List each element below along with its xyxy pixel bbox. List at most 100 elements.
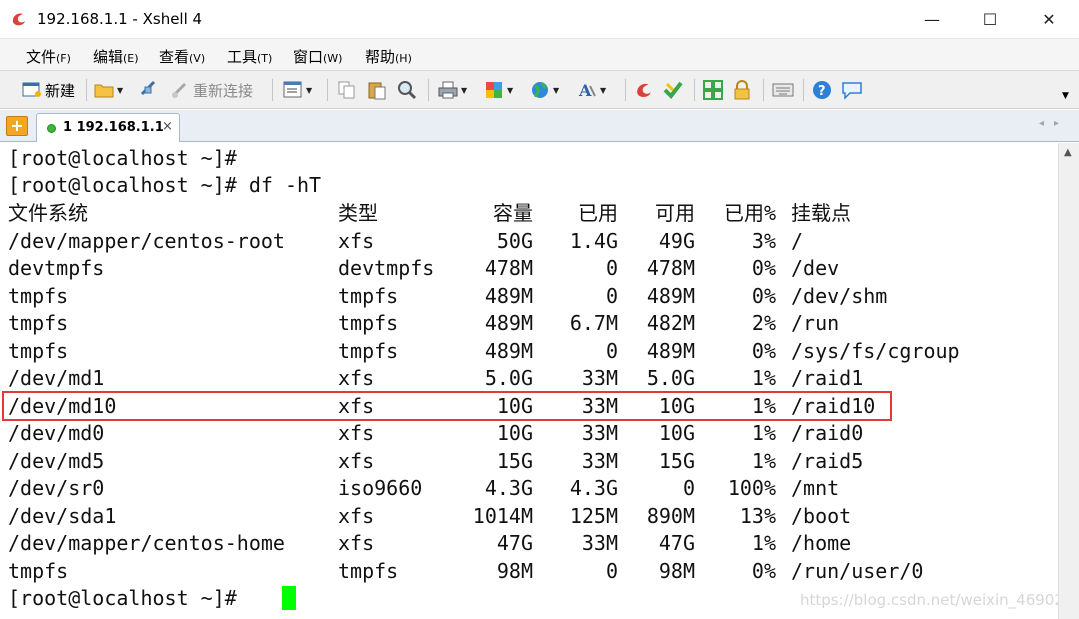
menu-view[interactable]: 查看(V) [159, 46, 205, 67]
cell-used: 1.4G [569, 229, 618, 253]
font-icon: A [578, 81, 596, 100]
cell-use-pct: 1% [751, 531, 776, 555]
reconnect-button[interactable]: 重新连接 [170, 79, 253, 101]
cell-size: 15G [496, 449, 533, 473]
cell-size: 98M [496, 559, 533, 583]
svg-text:A: A [578, 81, 592, 100]
cell-use-pct: 0% [751, 559, 776, 583]
cell-use-pct: 100% [727, 476, 776, 500]
globe-icon [532, 82, 548, 98]
header-mount: 挂载点 [791, 201, 851, 225]
menu-file-accel: (F) [56, 52, 71, 65]
layout-button[interactable] [703, 79, 723, 101]
folder-icon [94, 84, 114, 98]
cell-used: 33M [581, 366, 618, 390]
xshell-logo-icon [12, 13, 25, 26]
connect-button[interactable] [138, 79, 158, 101]
window-title: 192.168.1.1 - Xshell 4 [37, 10, 203, 28]
cell-use-pct: 1% [751, 449, 776, 473]
menu-help[interactable]: 帮助(H) [365, 46, 412, 67]
find-button[interactable] [397, 79, 417, 101]
keyboard-button[interactable] [772, 79, 794, 101]
cell-filesystem: devtmpfs [8, 256, 105, 280]
help-button[interactable]: ? [812, 79, 832, 101]
cell-filesystem: tmpfs [8, 559, 69, 583]
cell-filesystem: /dev/md5 [8, 449, 105, 473]
cell-mount: /run [791, 311, 840, 335]
open-button[interactable]: ▼ [94, 79, 123, 101]
xshell-button[interactable] [634, 79, 654, 101]
menu-tools[interactable]: 工具(T) [227, 46, 272, 67]
color-scheme-button[interactable]: ▼ [484, 79, 513, 101]
cell-use-pct: 3% [751, 229, 776, 253]
toolbar-separator [625, 79, 626, 101]
cell-filesystem: /dev/md1 [8, 366, 105, 390]
cell-avail: 49G [658, 229, 695, 253]
cell-use-pct: 1% [751, 421, 776, 445]
toolbar-separator [327, 79, 328, 101]
cell-used: 0 [605, 339, 618, 363]
cell-type: iso9660 [338, 476, 423, 500]
chat-button[interactable] [841, 79, 863, 101]
cell-mount: / [791, 229, 804, 253]
tab-close-button[interactable]: × [162, 119, 173, 134]
speech-bubble-icon [842, 82, 862, 100]
tab-session[interactable]: 1 192.168.1.1 × [36, 113, 180, 142]
maximize-button[interactable]: ☐ [961, 0, 1019, 38]
toolbar-separator [763, 79, 764, 101]
header-use-pct: 已用% [723, 201, 776, 225]
cell-avail: 489M [646, 339, 695, 363]
chevron-down-icon: ▼ [553, 85, 560, 95]
new-session-button[interactable]: 新建 [22, 79, 75, 101]
toolbar-separator [694, 79, 695, 101]
cell-filesystem: tmpfs [8, 339, 69, 363]
menu-edit[interactable]: 编辑(E) [93, 46, 139, 67]
cell-used: 0 [605, 559, 618, 583]
cell-used: 125M [569, 504, 618, 528]
cell-filesystem: /dev/sda1 [8, 504, 117, 528]
cell-filesystem: /dev/md0 [8, 421, 105, 445]
font-button[interactable]: A ▼ [577, 79, 606, 101]
cell-type: tmpfs [338, 339, 399, 363]
cell-avail: 890M [646, 504, 695, 528]
scroll-up-arrow-icon[interactable]: ▲ [1064, 147, 1072, 158]
cell-size: 4.3G [484, 476, 533, 500]
menu-help-label: 帮助 [365, 48, 396, 66]
color-scheme-icon [486, 82, 502, 98]
reconnect-icon [172, 82, 187, 98]
menu-file[interactable]: 文件(F) [26, 46, 71, 67]
cell-mount: /dev/shm [791, 284, 888, 308]
menu-window[interactable]: 窗口(W) [293, 46, 342, 67]
toolbar-overflow-button[interactable]: ▼ [1062, 85, 1069, 107]
paste-button[interactable] [367, 79, 387, 101]
copy-button[interactable] [337, 79, 357, 101]
reconnect-label: 重新连接 [193, 81, 254, 100]
xftp-button[interactable] [663, 79, 683, 101]
properties-button[interactable]: ▼ [283, 79, 312, 101]
menu-edit-label: 编辑 [93, 48, 124, 66]
close-button[interactable]: ✕ [1020, 0, 1078, 38]
tab-scroll-buttons[interactable]: ◂▸ [1039, 118, 1069, 129]
paste-icon [368, 82, 386, 100]
menu-edit-accel: (E) [123, 52, 139, 65]
cell-mount: /dev [791, 256, 840, 280]
cell-avail: 489M [646, 284, 695, 308]
new-tab-button[interactable]: + [6, 116, 28, 136]
globe-button[interactable]: ▼ [530, 79, 559, 101]
cell-used: 6.7M [569, 311, 618, 335]
cell-avail: 47G [658, 531, 695, 555]
keyboard-icon [772, 83, 794, 97]
print-button[interactable]: ▼ [438, 79, 467, 101]
minimize-button[interactable]: — [903, 0, 961, 38]
cell-type: xfs [338, 366, 375, 390]
vertical-scrollbar[interactable]: ▲ [1058, 143, 1079, 619]
highlight-box [2, 391, 892, 421]
prompt-line: [root@localhost ~]# [8, 146, 237, 170]
menu-help-accel: (H) [395, 52, 412, 65]
lock-button[interactable] [733, 79, 751, 101]
menu-view-accel: (V) [189, 52, 206, 65]
final-prompt: [root@localhost ~]# [8, 586, 237, 610]
toolbar-separator [803, 79, 804, 101]
new-window-icon [22, 82, 41, 97]
terminal-output[interactable]: [root@localhost ~]# [root@localhost ~]# … [0, 143, 1058, 619]
